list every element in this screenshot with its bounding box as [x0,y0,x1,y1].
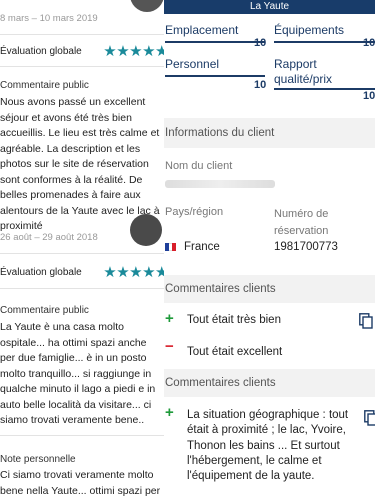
private-note-text: Ci siamo trovati veramente molto bene ne… [0,469,161,497]
divider [0,288,164,289]
client-name-value [165,180,275,188]
positive-comment: Tout était très bien [187,314,281,326]
client-info-header: Informations du client [164,118,375,148]
rating-label-value: Rapport qualité/prix [274,57,333,86]
divider [0,253,164,254]
rating-bar-location [165,41,265,43]
divider [0,34,164,35]
reservation-detail-panel: La Yaute Emplacement 10 Équipements 10 P… [164,0,375,500]
country-value: France [184,241,220,253]
rating-label-staff: Personnel [165,57,220,71]
property-banner: La Yaute [164,0,375,14]
reviewer-avatar [130,214,162,246]
rating-score-location: 10 [254,37,267,49]
rating-bar-staff [165,75,265,77]
reservation-number-value: 1981700773 [274,241,338,253]
overall-rating-row: Évaluation globale ★★★★★ [0,263,164,281]
overall-rating-row: Évaluation globale ★★★★★ [0,42,164,60]
positive-icon: + [165,404,174,421]
public-comment-title: Commentaire public [0,305,89,316]
rating-bar-facilities [274,41,375,43]
private-note-title: Note personnelle [0,454,76,465]
client-name-label: Nom du client [165,160,233,172]
rating-score-value: 10 [363,90,375,102]
client-comments-header: Commentaires clients [164,369,375,397]
negative-icon: − [165,338,174,355]
country-label: Pays/région [165,206,224,218]
review-date: 26 août – 29 août 2018 [0,232,98,243]
positive-comment: La situation géographique : tout était à… [187,409,349,483]
rating-score-facilities: 10 [363,37,375,49]
rating-bar-value [274,88,375,90]
divider [0,66,164,67]
france-flag-icon [165,243,177,251]
copy-icon[interactable] [364,410,375,426]
reviewer-avatar [130,0,164,12]
review-list-panel: 8 mars – 10 mars 2019 Évaluation globale… [0,0,164,500]
positive-icon: + [165,310,174,327]
overall-rating-label: Évaluation globale [0,266,82,278]
overall-rating-label: Évaluation globale [0,45,82,57]
rating-score-staff: 10 [254,79,267,91]
review-date: 8 mars – 10 mars 2019 [0,13,98,24]
star-rating: ★★★★★ [103,43,164,60]
negative-comment: Tout était excellent [187,346,283,358]
public-comment-text: Nous avons passé un excellent séjour et … [0,96,160,232]
public-comment-title: Commentaire public [0,80,89,91]
public-comment-text: La Yaute è una casa molto ospitale... ha… [0,321,156,426]
star-rating: ★★★★★ [103,264,164,281]
divider [0,435,164,436]
client-comments-header: Commentaires clients [164,275,375,303]
reservation-number-label: Numéro de réservation [274,208,329,237]
rating-label-facilities: Équipements [274,23,345,37]
copy-icon[interactable] [359,313,373,329]
rating-label-location: Emplacement [165,23,239,37]
